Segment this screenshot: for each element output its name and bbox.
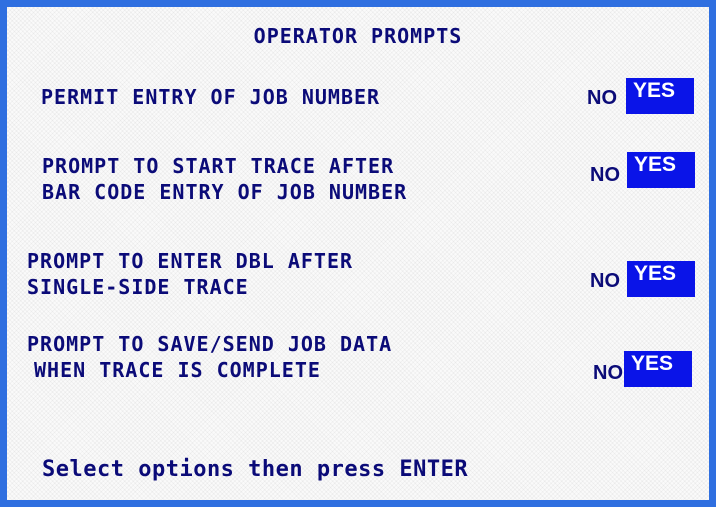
prompt-enter-dbl-label-line1: PROMPT TO ENTER DBL AFTER: [27, 249, 354, 273]
prompt-save-send-label-line1: PROMPT TO SAVE/SEND JOB DATA: [27, 332, 393, 356]
prompt-save-send-label-line2: WHEN TRACE IS COMPLETE: [34, 358, 321, 382]
prompt-enter-dbl-no-option[interactable]: NO: [590, 269, 620, 294]
prompt-permit-job-number-label: PERMIT ENTRY OF JOB NUMBER: [41, 85, 381, 109]
prompt-enter-dbl-label-line2: SINGLE-SIDE TRACE: [27, 275, 249, 299]
prompt-enter-dbl-yes-option[interactable]: YES: [627, 261, 695, 297]
prompt-start-trace-yes-option[interactable]: YES: [627, 152, 695, 188]
operator-prompts-screen: OPERATOR PROMPTS PERMIT ENTRY OF JOB NUM…: [0, 0, 716, 507]
prompt-save-send-yes-option[interactable]: YES: [624, 351, 692, 387]
prompt-permit-job-number-no-option[interactable]: NO: [587, 86, 617, 111]
prompt-save-send-no-option[interactable]: NO: [593, 361, 623, 386]
prompt-permit-job-number-yes-option[interactable]: YES: [626, 78, 694, 114]
prompt-start-trace-label-line1: PROMPT TO START TRACE AFTER: [42, 154, 395, 178]
prompt-start-trace-label-line2: BAR CODE ENTRY OF JOB NUMBER: [42, 180, 408, 204]
footer-instruction: Select options then press ENTER: [42, 457, 469, 482]
page-title: OPERATOR PROMPTS: [253, 24, 463, 48]
prompt-start-trace-no-option[interactable]: NO: [590, 163, 620, 188]
